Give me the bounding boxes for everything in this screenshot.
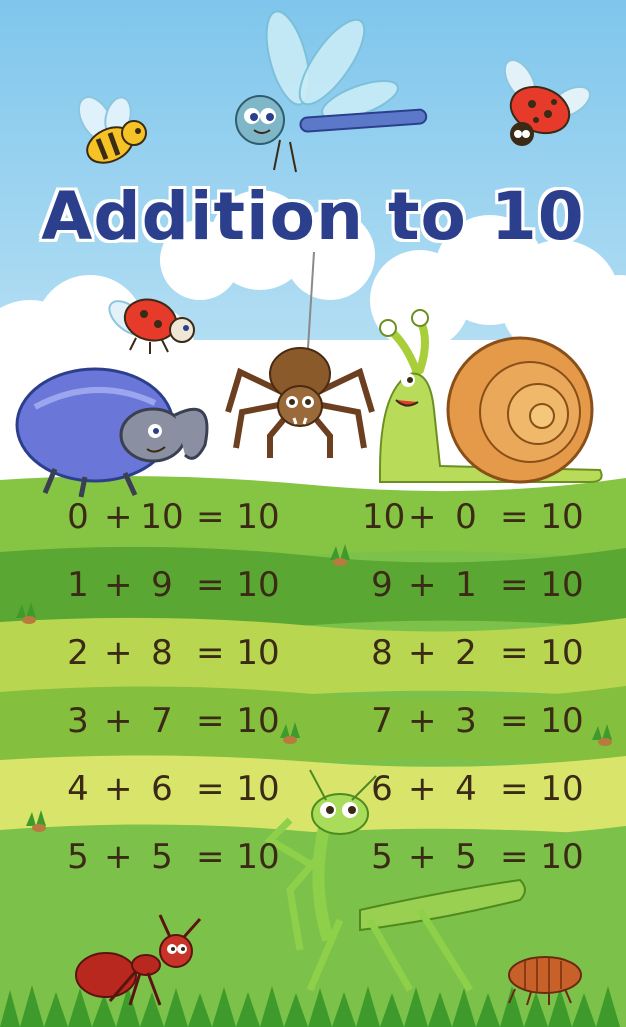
sum: 10 (540, 633, 584, 673)
equals-sign: = (500, 837, 529, 877)
plus-sign: + (104, 633, 133, 673)
addend-b: 7 (151, 701, 173, 741)
addend-b: 2 (455, 633, 477, 673)
addend-a: 0 (67, 497, 89, 537)
equals-sign: = (196, 633, 225, 673)
sum: 10 (236, 701, 280, 741)
plus-sign: + (104, 837, 133, 877)
equals-sign: = (500, 633, 529, 673)
addend-a: 2 (67, 633, 89, 673)
plus-sign: + (104, 701, 133, 741)
addend-b: 3 (455, 701, 477, 741)
equals-sign: = (196, 565, 225, 605)
worksheet-poster: Addition to 10 0 +10 = 10 1 +9 = 10 2 +8 = 10 3 +7… (0, 0, 626, 1027)
addend-b: 6 (151, 769, 173, 809)
sum: 10 (540, 565, 584, 605)
sum: 10 (236, 565, 280, 605)
addend-a: 5 (371, 837, 393, 877)
sum: 10 (540, 769, 584, 809)
addend-b: 0 (455, 497, 477, 537)
addend-b: 1 (455, 565, 477, 605)
addend-a: 8 (371, 633, 393, 673)
addend-a: 5 (67, 837, 89, 877)
sum: 10 (236, 633, 280, 673)
addend-a: 6 (371, 769, 393, 809)
addend-b: 5 (151, 837, 173, 877)
addend-b: 8 (151, 633, 173, 673)
equals-sign: = (196, 769, 225, 809)
plus-sign: + (408, 497, 437, 537)
plus-sign: + (408, 633, 437, 673)
sum: 10 (540, 837, 584, 877)
equals-sign: = (500, 701, 529, 741)
equals-sign: = (500, 565, 529, 605)
sum: 10 (236, 837, 280, 877)
plus-sign: + (408, 769, 437, 809)
page-title: Addition to 10 (41, 178, 585, 255)
plus-sign: + (104, 769, 133, 809)
addend-a: 4 (67, 769, 89, 809)
plus-sign: + (408, 565, 437, 605)
equals-sign: = (196, 837, 225, 877)
plus-sign: + (104, 497, 133, 537)
plus-sign: + (408, 837, 437, 877)
sum: 10 (236, 497, 280, 537)
addend-a: 1 (67, 565, 89, 605)
addend-b: 5 (455, 837, 477, 877)
equals-sign: = (196, 701, 225, 741)
equals-sign: = (500, 769, 529, 809)
addend-b: 10 (140, 497, 184, 537)
addend-a: 7 (371, 701, 393, 741)
plus-sign: + (408, 701, 437, 741)
sum: 10 (236, 769, 280, 809)
addend-a: 10 (362, 497, 406, 537)
equals-sign: = (500, 497, 529, 537)
sum: 10 (540, 701, 584, 741)
addend-b: 9 (151, 565, 173, 605)
addend-a: 3 (67, 701, 89, 741)
plus-sign: + (104, 565, 133, 605)
addend-b: 4 (455, 769, 477, 809)
sum: 10 (540, 497, 584, 537)
equals-sign: = (196, 497, 225, 537)
addend-a: 9 (371, 565, 393, 605)
